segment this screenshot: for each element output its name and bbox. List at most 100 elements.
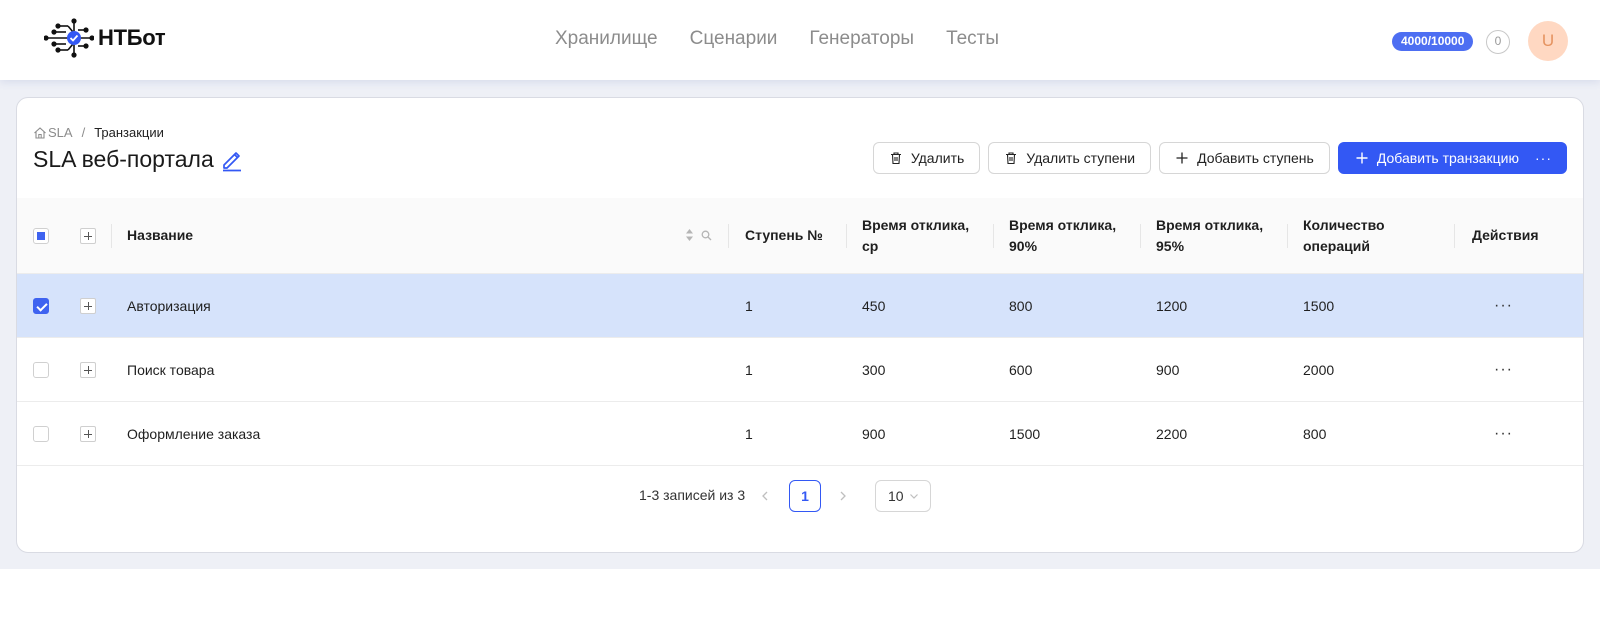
row-actions-button[interactable]: ··· bbox=[1494, 402, 1513, 465]
page-title-text: SLA веб-портала bbox=[33, 146, 214, 172]
add-transaction-button-label: Добавить транзакцию bbox=[1376, 150, 1519, 166]
row-select-cell bbox=[33, 402, 49, 465]
cell-response-avg: 300 bbox=[862, 361, 886, 378]
nav-item-storage[interactable]: Хранилище bbox=[555, 28, 658, 50]
main-nav: Хранилище Сценарии Генераторы Тесты bbox=[555, 28, 999, 50]
add-step-button[interactable]: Добавить ступень bbox=[1159, 142, 1330, 174]
column-header-operations[interactable]: Количество операций bbox=[1303, 198, 1413, 273]
name-column-tools bbox=[685, 228, 712, 242]
app-name: НТБот bbox=[98, 25, 166, 50]
column-divider bbox=[993, 224, 994, 248]
breadcrumb-current: Транзакции bbox=[94, 125, 164, 140]
cell-response-avg: 900 bbox=[862, 425, 886, 442]
row-checkbox[interactable] bbox=[33, 425, 49, 442]
cell-name: Оформление заказа bbox=[127, 425, 261, 442]
plus-icon bbox=[1176, 152, 1188, 164]
cell-response-95: 900 bbox=[1156, 361, 1180, 378]
row-actions-button[interactable]: ··· bbox=[1494, 274, 1513, 337]
cell-operations: 1500 bbox=[1303, 297, 1335, 314]
cell-response-90: 1500 bbox=[1009, 425, 1041, 442]
chevron-left-icon[interactable] bbox=[757, 488, 773, 504]
cell-name: Поиск товара bbox=[127, 361, 215, 378]
notification-counter[interactable]: 0 bbox=[1486, 30, 1510, 54]
expand-all-icon[interactable] bbox=[80, 227, 96, 244]
breadcrumb-separator: / bbox=[81, 125, 86, 140]
table-row[interactable]: Поиск товара 1 300 600 900 2000 ··· bbox=[17, 338, 1583, 402]
column-header-response-90[interactable]: Время отклика, 90% bbox=[1009, 198, 1129, 273]
column-header-step[interactable]: Ступень № bbox=[745, 198, 845, 273]
delete-button[interactable]: Удалить bbox=[872, 142, 981, 174]
select-all-checkbox[interactable] bbox=[33, 227, 49, 244]
cell-response-90: 600 bbox=[1009, 361, 1033, 378]
cell-operations: 2000 bbox=[1303, 361, 1335, 378]
transactions-table: Название Ступень № Время отклика, ср Вре… bbox=[17, 198, 1583, 466]
column-divider bbox=[846, 224, 847, 248]
cell-step: 1 bbox=[745, 361, 753, 378]
quota-badge: 4000/10000 bbox=[1392, 32, 1474, 51]
trash-icon bbox=[890, 152, 901, 165]
plus-icon bbox=[1356, 152, 1368, 164]
column-divider bbox=[728, 224, 729, 248]
breadcrumb: SLA / Транзакции bbox=[33, 125, 164, 140]
cell-response-95: 1200 bbox=[1156, 297, 1188, 314]
more-options-icon[interactable]: ··· bbox=[1535, 150, 1552, 166]
row-checkbox[interactable] bbox=[33, 297, 49, 314]
delete-steps-button-label: Удалить ступени bbox=[1026, 150, 1136, 166]
column-divider bbox=[1287, 224, 1288, 248]
page-size-select[interactable]: 10 bbox=[875, 480, 931, 512]
table-row[interactable]: Авторизация 1 450 800 1200 1500 ··· bbox=[17, 274, 1583, 338]
chevron-down-icon bbox=[909, 494, 918, 499]
column-header-name[interactable]: Название bbox=[127, 198, 193, 273]
cell-step: 1 bbox=[745, 425, 753, 442]
trash-icon bbox=[1006, 152, 1017, 165]
chevron-right-icon[interactable] bbox=[835, 488, 851, 504]
sort-icon[interactable] bbox=[685, 228, 694, 242]
search-icon[interactable] bbox=[701, 230, 712, 241]
nav-item-tests[interactable]: Тесты bbox=[946, 28, 999, 50]
row-checkbox[interactable] bbox=[33, 361, 49, 378]
add-step-button-label: Добавить ступень bbox=[1197, 150, 1314, 166]
row-expand-icon[interactable] bbox=[80, 425, 96, 442]
select-all-cell bbox=[33, 198, 49, 273]
cell-response-90: 800 bbox=[1009, 297, 1033, 314]
row-expand-cell bbox=[80, 274, 96, 337]
page-title: SLA веб-портала bbox=[33, 146, 244, 173]
top-header: НТБот Хранилище Сценарии Генераторы Тест… bbox=[0, 0, 1600, 80]
pagination-total: 1-3 записей из 3 bbox=[639, 487, 746, 503]
pagination: 1-3 записей из 3 1 10 bbox=[17, 480, 1583, 512]
table-header-row: Название Ступень № Время отклика, ср Вре… bbox=[17, 198, 1583, 274]
add-transaction-button[interactable]: Добавить транзакцию ··· bbox=[1337, 142, 1567, 174]
avatar[interactable]: U bbox=[1528, 21, 1568, 61]
cell-response-95: 2200 bbox=[1156, 425, 1188, 442]
row-expand-cell bbox=[80, 402, 96, 465]
breadcrumb-root[interactable]: SLA bbox=[48, 125, 73, 140]
cell-response-avg: 450 bbox=[862, 297, 886, 314]
cell-name: Авторизация bbox=[127, 297, 211, 314]
page-size-value: 10 bbox=[888, 488, 904, 504]
delete-steps-button[interactable]: Удалить ступени bbox=[988, 142, 1152, 174]
home-icon bbox=[34, 126, 46, 139]
column-divider bbox=[111, 224, 112, 248]
row-expand-icon[interactable] bbox=[80, 361, 96, 378]
cell-step: 1 bbox=[745, 297, 753, 314]
logo[interactable]: НТБот bbox=[44, 17, 166, 59]
row-actions-button[interactable]: ··· bbox=[1494, 338, 1513, 401]
transactions-card: SLA / Транзакции SLA веб-портала Удалить… bbox=[16, 97, 1584, 553]
logo-icon bbox=[44, 18, 94, 58]
column-header-actions: Действия bbox=[1472, 227, 1539, 243]
edit-icon[interactable] bbox=[220, 148, 244, 172]
delete-button-label: Удалить bbox=[910, 150, 965, 166]
toolbar: Удалить Удалить ступени Добавить ступень… bbox=[872, 142, 1567, 174]
table-row[interactable]: Оформление заказа 1 900 1500 2200 800 ··… bbox=[17, 402, 1583, 466]
expand-all-cell bbox=[80, 198, 96, 273]
row-expand-icon[interactable] bbox=[80, 297, 96, 314]
column-divider bbox=[1140, 224, 1141, 248]
row-select-cell bbox=[33, 338, 49, 401]
column-header-response-95[interactable]: Время отклика, 95% bbox=[1156, 198, 1276, 273]
nav-item-scenarios[interactable]: Сценарии bbox=[690, 28, 778, 50]
pagination-page-current[interactable]: 1 bbox=[789, 480, 821, 512]
nav-item-generators[interactable]: Генераторы bbox=[809, 28, 914, 50]
row-select-cell bbox=[33, 274, 49, 337]
row-expand-cell bbox=[80, 338, 96, 401]
column-header-response-avg[interactable]: Время отклика, ср bbox=[862, 198, 982, 273]
